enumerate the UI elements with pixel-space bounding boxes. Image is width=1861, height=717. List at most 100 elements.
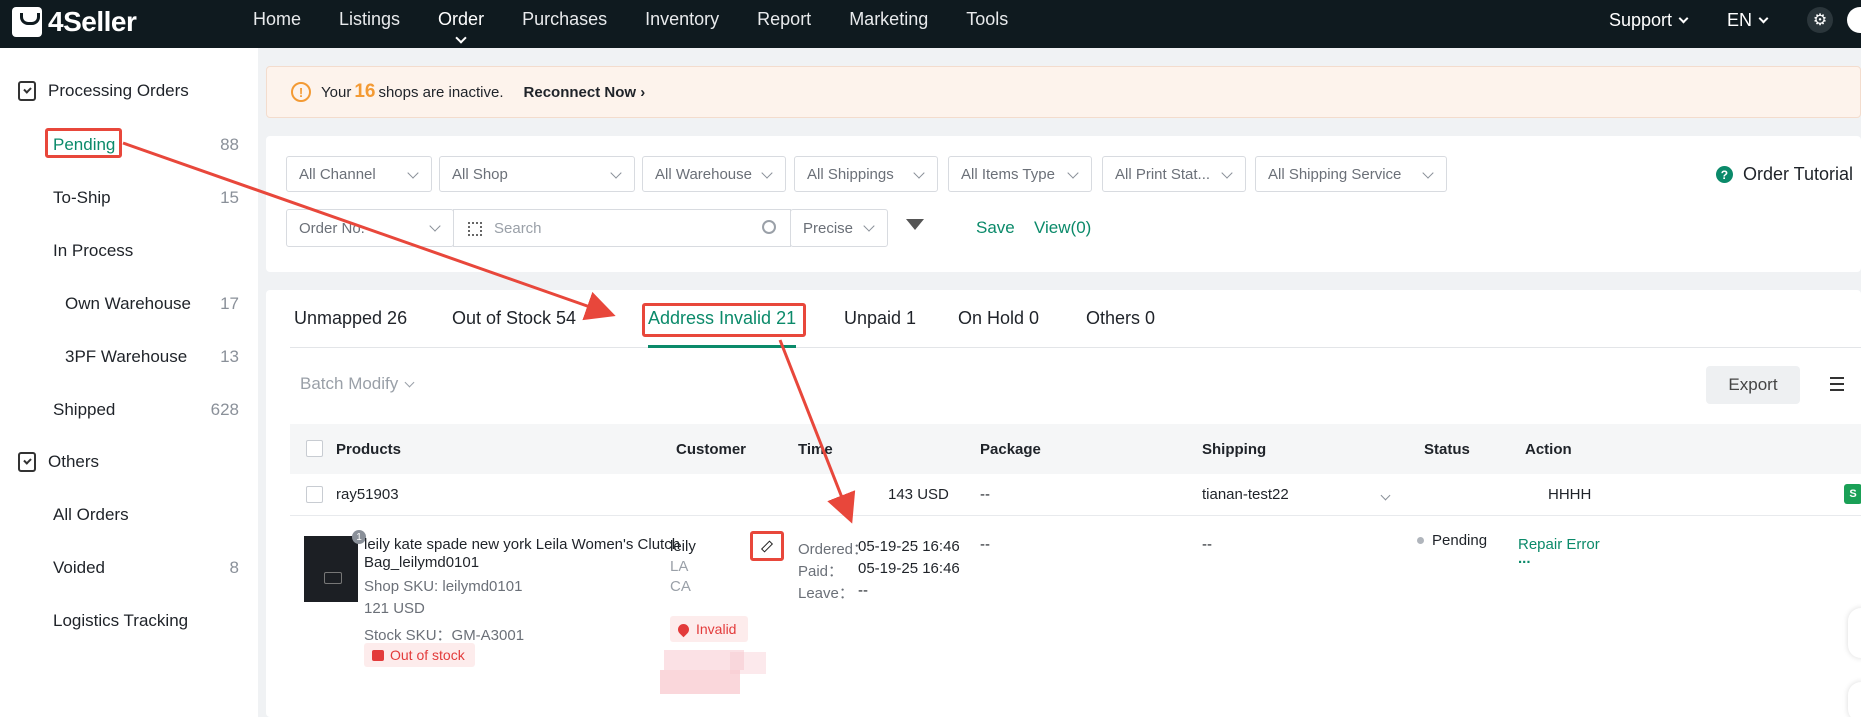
chevron-down-icon (1758, 13, 1769, 23)
edit-address-button[interactable] (750, 531, 784, 561)
tab-unpaid[interactable]: Unpaid 1 (844, 308, 916, 329)
sidebar-item-3pf-warehouse[interactable]: 3PF Warehouse 13 (65, 347, 239, 367)
nav-inventory[interactable]: Inventory (626, 0, 738, 48)
active-tab-indicator (648, 345, 796, 348)
order-group-row: ray51903 143 USD -- tianan-test22 HHHH S (290, 474, 1861, 516)
nav-home[interactable]: Home (234, 0, 320, 48)
print-status-select[interactable]: All Print Stat... (1102, 156, 1246, 192)
select-all-checkbox[interactable] (306, 440, 323, 457)
logo[interactable]: 4Seller (12, 6, 137, 38)
product-title-line2[interactable]: Bag_leilymd0101 (364, 554, 479, 571)
chevron-down-icon (1678, 13, 1689, 23)
sidebar-item-all-orders[interactable]: All Orders (53, 505, 239, 525)
tab-unmapped[interactable]: Unmapped 26 (294, 308, 407, 329)
sidebar-item-count: 13 (220, 347, 239, 366)
filter-icon[interactable] (906, 219, 924, 230)
select-value: Order No. (299, 219, 365, 237)
address-invalid-badge: Invalid (670, 616, 749, 642)
language-dropdown[interactable]: EN (1726, 9, 1769, 31)
floating-help-button[interactable] (1848, 682, 1861, 717)
sidebar-item-label: Logistics Tracking (53, 611, 189, 630)
col-package: Package (980, 441, 1041, 458)
chevron-down-icon (1422, 167, 1434, 179)
order-package: -- (980, 486, 990, 503)
shipping-account[interactable]: tianan-test22 (1202, 486, 1289, 503)
stock-badge-label: Out of stock (390, 647, 465, 663)
sidebar-group-others[interactable]: Others (18, 452, 99, 472)
filter-panel: All Channel All Shop All Warehouse All S… (266, 136, 1861, 272)
sidebar-item-in-process[interactable]: In Process (53, 241, 239, 261)
save-button[interactable]: Save (976, 218, 1015, 238)
select-value: All Items Type (961, 165, 1055, 183)
product-image[interactable] (304, 536, 358, 602)
stock-sku: Stock SKU：GM-A3001 (364, 627, 525, 644)
sidebar-item-label: Voided (53, 558, 105, 577)
order-id[interactable]: ray51903 (336, 486, 399, 503)
nav-marketing[interactable]: Marketing (830, 0, 947, 48)
search-icon[interactable] (762, 220, 776, 234)
product-title-line1[interactable]: leily kate spade new york Leila Women's … (364, 536, 680, 553)
select-value: All Shop (452, 165, 508, 183)
col-action: Action (1525, 441, 1572, 458)
sidebar-item-shipped[interactable]: Shipped 628 (53, 400, 239, 420)
nav-order-label: Order (438, 9, 485, 29)
chevron-down-icon (610, 167, 622, 179)
shippings-select[interactable]: All Shippings (794, 156, 938, 192)
gear-icon[interactable]: ⚙ (1807, 7, 1833, 33)
avatar[interactable] (1847, 7, 1861, 33)
shop-select[interactable]: All Shop (439, 156, 635, 192)
tab-others[interactable]: Others 0 (1086, 308, 1155, 329)
shipping-service-select[interactable]: All Shipping Service (1255, 156, 1447, 192)
support-dropdown[interactable]: Support (1609, 10, 1689, 31)
items-type-select[interactable]: All Items Type (948, 156, 1092, 192)
warning-icon: ! (291, 82, 311, 102)
language-label: EN (1726, 9, 1752, 30)
nav-listings[interactable]: Listings (320, 0, 419, 48)
chevron-down-icon (407, 167, 419, 179)
channel-select[interactable]: All Channel (286, 156, 432, 192)
nav-order[interactable]: Order (419, 0, 503, 48)
ordered-time: 05-19-25 16:46 (858, 538, 960, 555)
warehouse-select[interactable]: All Warehouse (642, 156, 786, 192)
scan-icon (468, 222, 482, 236)
sidebar-item-label: Shipped (53, 400, 116, 419)
match-mode-select[interactable]: Precise (790, 209, 888, 247)
nav-report[interactable]: Report (738, 0, 830, 48)
sidebar-group-label: Others (48, 452, 100, 471)
more-actions-button[interactable]: ... (1518, 550, 1531, 567)
sidebar-group-processing[interactable]: Processing Orders (18, 81, 189, 101)
order-checkbox[interactable] (306, 486, 323, 503)
tab-out-of-stock[interactable]: Out of Stock 54 (452, 308, 576, 329)
shop-name: HHHH (1548, 486, 1592, 503)
help-icon: ? (1715, 166, 1733, 183)
chevron-down-icon (913, 167, 925, 179)
search-type-select[interactable]: Order No. (286, 209, 454, 247)
reconnect-label: Reconnect Now (523, 83, 637, 101)
paid-time: 05-19-25 16:46 (858, 560, 960, 577)
export-button[interactable]: Export (1706, 366, 1800, 404)
search-input[interactable]: Search (453, 209, 791, 247)
chevron-down-icon[interactable] (1380, 486, 1391, 503)
address-badge-label: Invalid (696, 621, 737, 637)
chevron-down-icon (761, 167, 773, 179)
search-placeholder: Search (494, 219, 542, 237)
banner-count: 16 (354, 81, 376, 102)
order-amount: 143 USD (888, 486, 949, 503)
column-settings-icon[interactable] (1830, 377, 1844, 391)
sidebar-item-voided[interactable]: Voided 8 (53, 558, 239, 578)
sidebar-item-logistics-tracking[interactable]: Logistics Tracking (53, 611, 239, 631)
sidebar-item-label: All Orders (53, 505, 129, 524)
orders-panel: Unmapped 26 Out of Stock 54 Address Inva… (266, 290, 1861, 717)
nav-purchases[interactable]: Purchases (503, 0, 626, 48)
sidebar-item-to-ship[interactable]: To-Ship 15 (53, 188, 239, 208)
order-tutorial-link[interactable]: ? Order Tutorial (1715, 164, 1853, 185)
view-button[interactable]: View(0) (1034, 218, 1091, 238)
reconnect-link[interactable]: Reconnect Now › (524, 84, 646, 101)
redacted-area (730, 652, 766, 674)
nav-tools[interactable]: Tools (947, 0, 1027, 48)
batch-modify-dropdown[interactable]: Batch Modify (300, 374, 415, 394)
sidebar-item-own-warehouse[interactable]: Own Warehouse 17 (65, 294, 239, 314)
tab-on-hold[interactable]: On Hold 0 (958, 308, 1039, 329)
order-tabs: Unmapped 26 Out of Stock 54 Address Inva… (290, 290, 1861, 348)
floating-chat-button[interactable] (1848, 608, 1861, 658)
